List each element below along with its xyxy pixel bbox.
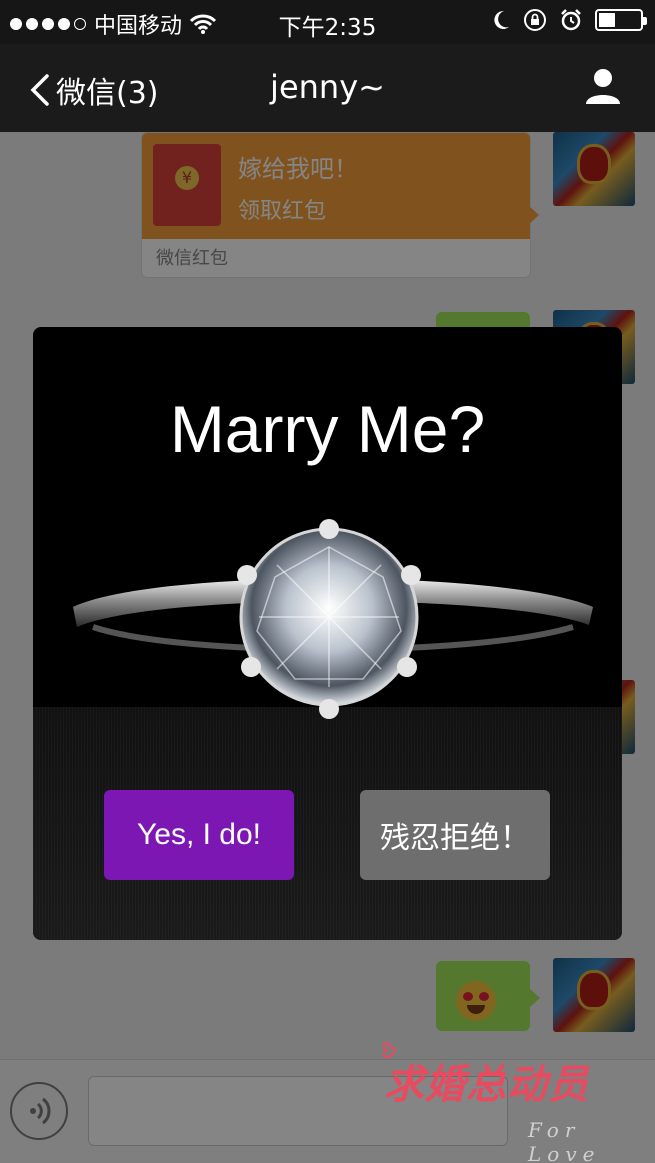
reject-button[interactable]: 残忍拒绝！	[360, 790, 550, 880]
chat-title: jenny~	[270, 68, 385, 106]
watermark-subtext: For Love	[528, 1118, 601, 1163]
accept-button[interactable]: Yes, I do!	[104, 790, 294, 880]
contact-info-icon[interactable]	[583, 66, 623, 106]
status-bar: 中国移动 下午2:35	[0, 0, 655, 44]
diamond-ring-image	[73, 519, 593, 719]
nav-bar: 微信(3) jenny~	[0, 44, 655, 132]
watermark-logo: 求婚总动员 For Love	[378, 1038, 655, 1163]
proposal-dialog: Marry Me? Yes, I do! 残忍拒绝！	[33, 327, 622, 940]
dialog-title: Marry Me?	[169, 392, 486, 466]
rotation-lock-icon	[524, 9, 546, 31]
battery-icon	[595, 9, 647, 31]
watermark-text: 求婚总动员	[384, 1061, 589, 1108]
moon-icon	[494, 10, 509, 29]
alarm-icon	[561, 9, 581, 31]
status-right	[491, 8, 647, 32]
battery-level	[599, 13, 615, 27]
